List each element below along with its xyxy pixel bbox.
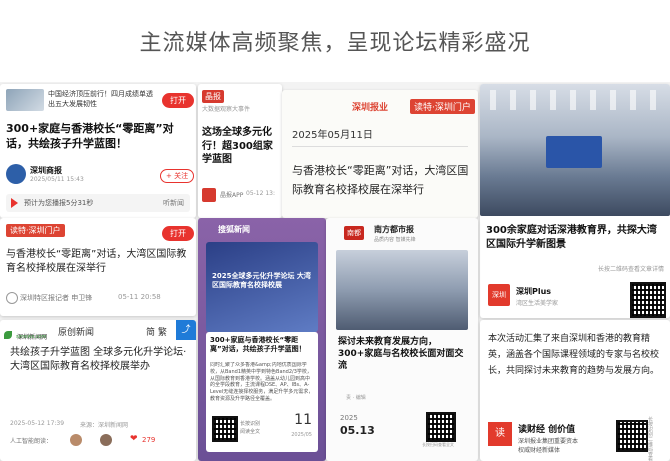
page-title: 主流媒体高频聚焦，呈现论坛精彩盛况 — [139, 31, 531, 56]
qr-code-icon — [426, 412, 456, 442]
qr-code-icon — [630, 282, 666, 318]
divider — [292, 146, 468, 147]
article-headline: 300+家庭与香港校长“零距离”对话，共绘孩子升学蓝图！ — [210, 336, 306, 354]
date-day: 11 — [294, 412, 312, 428]
sohu-logo: 搜狐新闻 — [218, 225, 250, 234]
card-southern-metropolis[interactable]: 南都 南方都市报 品质内容 智媒先锋 探讨未来教育发展方向，300+家庭与名校校… — [326, 218, 478, 461]
tagline: 大数据观察大事件 — [202, 106, 251, 113]
page-header: 主流媒体高频聚焦，呈现论坛精彩盛况 — [0, 0, 670, 82]
scan-note: 长按扫码查看全文 — [422, 442, 454, 447]
brand-logo: 深圳 — [488, 284, 510, 306]
tts-label[interactable]: 人工智能朗读： — [10, 436, 52, 445]
read-label: 长按识别 — [240, 421, 261, 427]
article-headline: 与香港校长“零距离”对话，大湾区国际教育名校择校展在深举行 — [6, 249, 187, 274]
follow-button[interactable]: + 关注 — [160, 169, 195, 183]
brand-sub: 深圳报业集团重要资本 — [518, 438, 579, 445]
poster-title: 2025全球多元化升学论坛 大湾区国际教育名校择校展 — [212, 272, 311, 290]
share-button[interactable]: ⤴ — [176, 320, 196, 340]
screen-display — [546, 136, 602, 168]
source-time: 05-12 13: — [246, 190, 275, 197]
qr-side-note: 长按识别二维码查看全文 — [648, 417, 654, 461]
reader-avatar — [70, 434, 82, 446]
event-photo — [480, 84, 670, 216]
poster-banner: 2025全球多元化升学论坛 大湾区国际教育名校择校展 — [206, 242, 318, 332]
poster-headline: 与香港校长“零距离”对话，大湾区国际教育名校择校展在深举行 — [292, 164, 469, 196]
brand-logo: 深圳报业 — [352, 103, 389, 113]
card-sznews[interactable]: 深圳新闻网 sznews.com 原创新闻 简 繁 ⤴ 共绘孩子升学蓝图 全球多… — [0, 320, 196, 461]
brand-sub: 湾区生活美学家 — [516, 300, 559, 307]
nandu-logo: 南都 — [344, 226, 364, 240]
open-app-button[interactable]: 打开 — [162, 226, 194, 241]
top-news-line1[interactable]: 中国经济顶压前行！四月成绩单透 — [48, 89, 153, 99]
card-jingbao[interactable]: 晶报 大数据观察大事件 这场全球多元化行！超300组家学蓝图 晶报APP 05-… — [198, 84, 282, 218]
audio-player[interactable]: 预计为您播报5分31秒 听新闻 — [6, 194, 190, 212]
qr-code-icon — [212, 416, 238, 442]
qr-note: 长按二维码查看文章详情 — [597, 266, 664, 273]
source-name: 深圳商报 — [30, 166, 62, 175]
card-shenzhen-plus[interactable]: 300余家庭对话深港教育界，共探大湾区国际升学新图景 长按二维码查看文章详情 深… — [480, 84, 670, 318]
content-panel: 300+家庭与香港校长“零距离”对话，共绘孩子升学蓝图！ 同时汇聚了众多香港&a… — [206, 332, 318, 452]
edit-icon — [6, 292, 18, 304]
date-year: 2025 — [340, 414, 358, 422]
open-app-button[interactable]: 打开 — [162, 93, 194, 108]
publish-time: 05-11 20:58 — [118, 293, 161, 301]
article-headline: 探讨未来教育发展方向，300+家庭与名校校长面对面交流 — [338, 337, 464, 372]
brand-logo: 读 — [488, 422, 512, 446]
date-month: 2025/05 — [291, 432, 312, 438]
like-count: 279 — [142, 436, 156, 444]
article-headline: 300余家庭对话深港教育界，共探大湾区国际升学新图景 — [486, 225, 657, 250]
event-photo — [336, 250, 468, 330]
card-shenzhen-commercial-daily[interactable]: 中国经济顶压前行！四月成绩单透 出五大发展韧性 打开 300+家庭与香港校长“零… — [0, 84, 196, 218]
media-collage: 中国经济顶压前行！四月成绩单透 出五大发展韧性 打开 300+家庭与香港校长“零… — [0, 84, 670, 461]
card-du-caijing[interactable]: 本次活动汇集了来自深圳和香港的教育精英，涵盖各个国际课程领域的专家与名校校长，共… — [480, 320, 670, 461]
card-sohu-news[interactable]: 搜狐新闻 2025全球多元化升学论坛 大湾区国际教育名校择校展 300+家庭与香… — [198, 218, 326, 461]
brand-sub-2: 权威财经新媒体 — [518, 447, 561, 454]
audio-duration-text: 预计为您播报5分31秒 — [24, 199, 94, 207]
jingbao-logo: 晶报 — [202, 90, 224, 103]
top-news-line2[interactable]: 出五大发展韧性 — [48, 99, 97, 109]
like-icon[interactable]: ❤ — [130, 434, 138, 444]
brand-slogan: 品质内容 智媒先锋 — [374, 237, 416, 243]
brand-en: sznews.com — [16, 334, 47, 340]
lang-toggle[interactable]: 简 繁 — [146, 325, 167, 338]
brand-name: 南方都市报 — [374, 225, 414, 234]
dute-logo: 读特·深圳门户 — [6, 224, 65, 237]
source-time: 2025/05/11 15:43 — [30, 176, 84, 183]
brand-name: 深圳Plus — [516, 287, 552, 296]
listen-news-label[interactable]: 听新闻 — [163, 198, 184, 208]
share-icon: ⤴ — [181, 325, 191, 335]
leaf-icon — [4, 331, 12, 339]
source-name: 晶报APP — [220, 192, 244, 199]
section-label: 原创新闻 — [58, 328, 95, 338]
poster-date: 2025年05月11日 — [292, 130, 373, 141]
card-dute-app[interactable]: 读特·深圳门户 打开 与香港校长“零距离”对话，大湾区国际教育名校择校展在深举行… — [0, 218, 196, 316]
date-day: 05.13 — [340, 424, 375, 437]
play-icon[interactable] — [11, 198, 18, 208]
source-logo-icon — [202, 188, 216, 202]
brand-slogan: 读财经 创价值 — [518, 425, 576, 435]
article-body: 本次活动汇集了来自深圳和香港的教育精英，涵盖各个国际课程领域的专家与名校校长，共… — [488, 334, 660, 376]
publish-time: 2025-05-12 17:39 — [10, 420, 65, 427]
article-headline: 这场全球多元化行！超300组家学蓝图 — [202, 127, 273, 165]
source-avatar — [6, 164, 26, 184]
ceiling-lights — [490, 90, 660, 110]
article-headline: 共绘孩子升学蓝图 全球多元化升学论坛·大湾区国际教育名校择校展举办 — [10, 347, 187, 372]
brand-logo-2: 读特·深圳门户 — [410, 99, 475, 114]
source: 来源：深圳新闻网 — [80, 422, 129, 429]
author: 深圳特区报记者 申卫锋 — [20, 294, 93, 302]
reader-avatar — [100, 434, 112, 446]
article-body: 同时汇聚了众多香港&amp;内地优质国际学校，从Band1精英中学到特色Band… — [210, 362, 314, 402]
card-dute-poster[interactable]: 深圳报业 读特·深圳门户 2025年05月11日 与香港校长“零距离”对话，大湾… — [282, 90, 478, 218]
article-headline: 300+家庭与香港校长“零距离”对话，共绘孩子升学蓝图！ — [6, 122, 174, 150]
read-label-2: 阅读全文 — [240, 429, 261, 435]
editor-meta: 责 · 编辑 — [346, 395, 366, 401]
qr-code-icon — [616, 420, 648, 452]
thumbnail-image — [6, 89, 44, 111]
